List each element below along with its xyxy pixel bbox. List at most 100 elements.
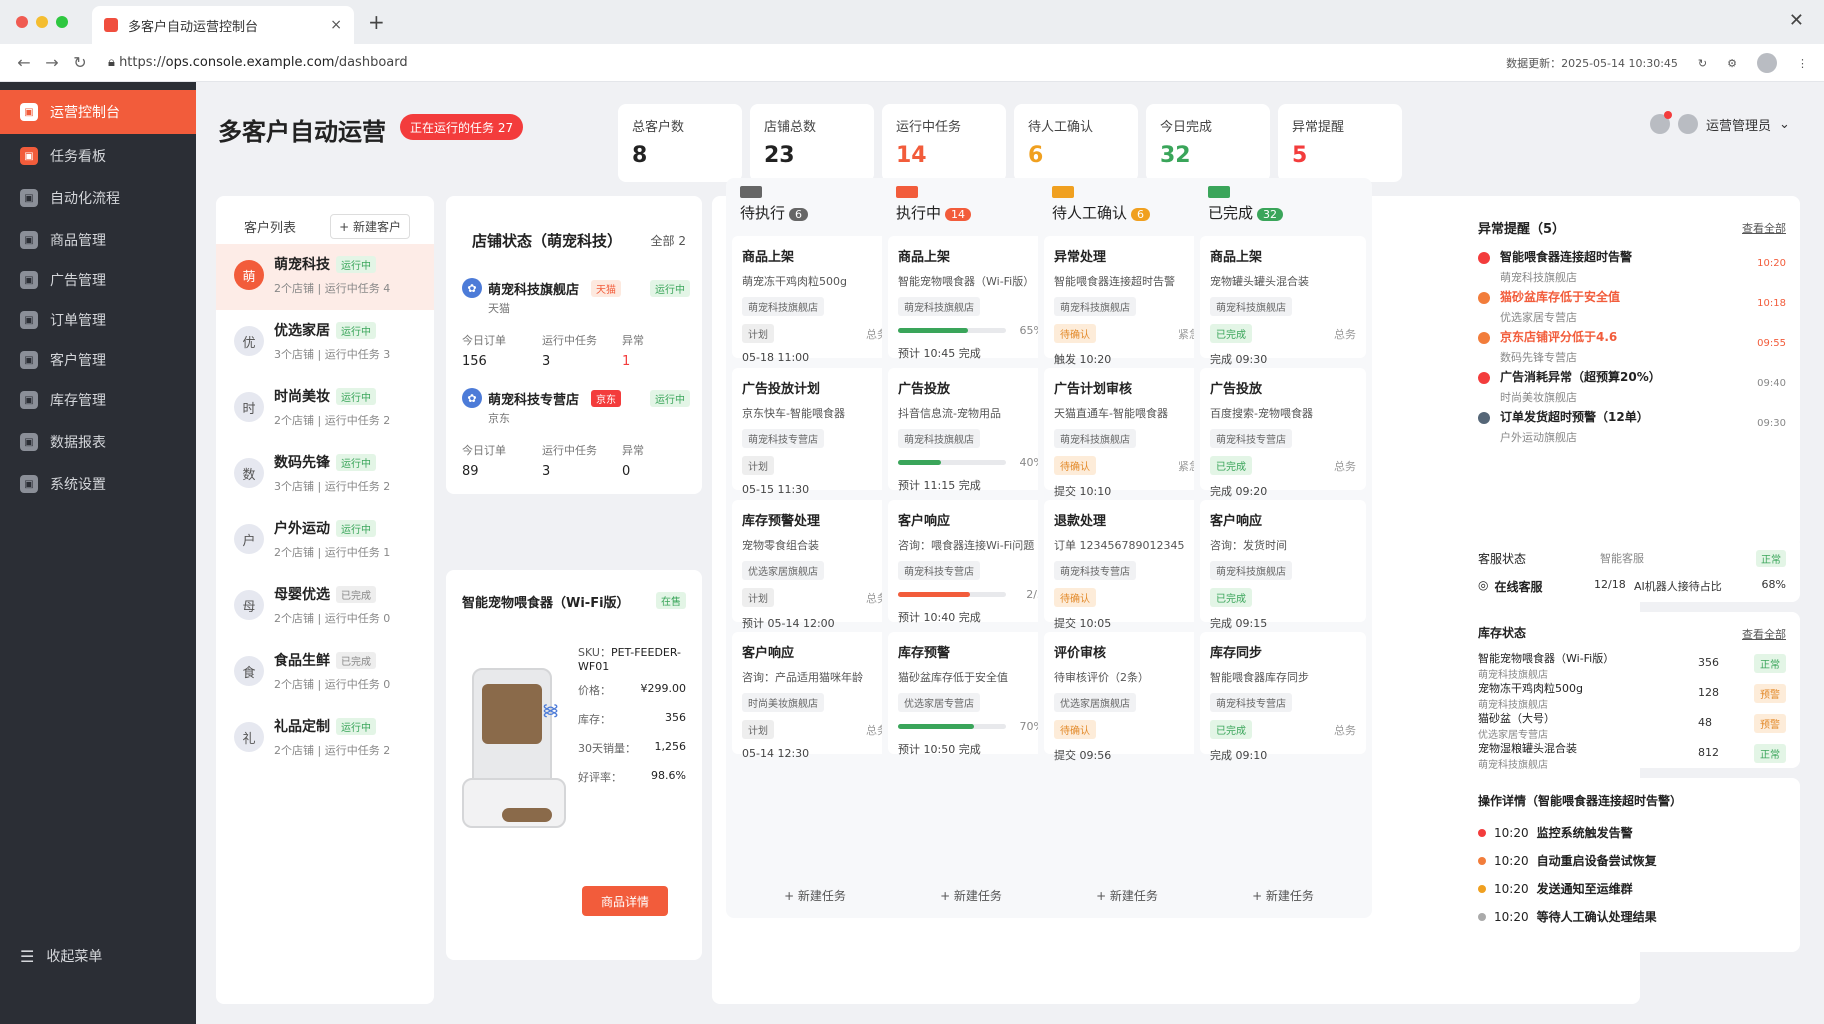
alert-item[interactable]: 智能喂食器连接超时告警 萌宠科技旗舰店 10:20 — [1478, 248, 1786, 284]
customer-name-row: 礼品定制 运行中 — [274, 716, 390, 736]
store-filter-all[interactable]: 全部 2 — [651, 232, 686, 249]
sidebar-item-0[interactable]: ▣ 运营控制台 — [0, 90, 196, 134]
notification-icon[interactable] — [1650, 111, 1672, 134]
stat-value: 23 — [764, 143, 795, 168]
task-card[interactable]: 客户响应 咨询：喂食器连接Wi-Fi问题 萌宠科技专营店 2/3 预计 10:40 完成 — [888, 500, 1054, 624]
customer-summary: 2个店铺 | 运行中任务 0 — [274, 678, 391, 691]
alert-item[interactable]: 京东店铺评分低于4.6 数码先锋专营店 09:55 — [1478, 328, 1786, 364]
customer-item[interactable]: 时时尚美妆 运行中 2个店铺 | 运行中任务 2 — [216, 376, 434, 442]
sidebar-item-1[interactable]: ▣ 任务看板 — [0, 134, 196, 178]
sidebar-item-9[interactable]: ▣ 系统设置 — [0, 462, 196, 506]
progress-bar — [898, 592, 1006, 597]
task-card[interactable]: 商品上架 智能宠物喂食器（Wi-Fi版） 萌宠科技旗舰店 65% 预计 10:45 完成 — [888, 236, 1054, 360]
sidebar-item-4[interactable]: ▣ 广告管理 — [0, 258, 196, 302]
progress-bar — [898, 460, 1006, 465]
alerts-view-all-link[interactable]: 查看全部 — [1742, 220, 1786, 236]
task-card[interactable]: 广告计划审核 天猫直通车-智能喂食器 萌宠科技旗舰店 待确认 紧急 提交 10:10 — [1044, 368, 1210, 498]
tab-close-icon[interactable]: × — [330, 17, 342, 33]
new-tab-icon[interactable]: + — [368, 10, 385, 34]
task-card[interactable]: 异常处理 智能喂食器连接超时告警 萌宠科技旗舰店 待确认 紧急 触发 10:20 — [1044, 236, 1210, 366]
refresh-icon[interactable]: ↻ — [1698, 57, 1707, 70]
minimize-window-dot[interactable] — [36, 16, 48, 28]
task-card[interactable]: 广告投放 百度搜索-宠物喂食器 萌宠科技专营店 已完成 总务 完成 09:20 — [1200, 368, 1366, 498]
sidebar-collapse[interactable]: ☰ 收起菜单 — [0, 934, 196, 978]
sidebar-item-5[interactable]: ▣ 订单管理 — [0, 298, 196, 342]
product-icon: ▣ — [20, 231, 38, 249]
customer-name: 母婴优选 — [274, 587, 330, 603]
customer-item[interactable]: 萌萌宠科技 运行中 2个店铺 | 运行中任务 4 — [216, 244, 434, 310]
task-card[interactable]: 退款处理 订单 123456789012345 萌宠科技专营店 待确认 提交 10:05 — [1044, 500, 1210, 630]
task-footer: 05-15 11:30 — [742, 483, 810, 496]
metric-label: 今日订单 — [462, 334, 506, 347]
product-attr-label: 库存： — [578, 713, 611, 726]
customer-item[interactable]: 优优选家居 运行中 3个店铺 | 运行中任务 3 — [216, 310, 434, 376]
settings-icon[interactable]: ⚙ — [1727, 57, 1737, 70]
close-icon[interactable]: ✕ — [1789, 10, 1804, 31]
sidebar-item-2[interactable]: ▣ 自动化流程 — [0, 176, 196, 220]
task-card[interactable]: 广告投放计划 京东快车-智能喂食器 萌宠科技专营店 计划 05-15 11:30 — [732, 368, 898, 496]
product-detail-button[interactable]: 商品详情 — [582, 886, 668, 916]
close-window-dot[interactable] — [16, 16, 28, 28]
customer-item[interactable]: 数数码先锋 运行中 3个店铺 | 运行中任务 2 — [216, 442, 434, 508]
task-store: 优选家居专营店 — [898, 693, 980, 712]
browser-tab[interactable]: 多客户自动运营控制台 × — [92, 6, 354, 44]
add-task-button[interactable]: + 新建任务 — [1194, 887, 1372, 904]
task-desc: 咨询：喂食器连接Wi-Fi问题 — [898, 539, 1035, 552]
service-panel: 客服状态 智能客服 正常 ◎ 在线客服 12/18 AI机器人接待占比 68% — [1464, 536, 1800, 602]
customer-item[interactable]: 母母婴优选 已完成 2个店铺 | 运行中任务 0 — [216, 574, 434, 640]
task-store: 萌宠科技旗舰店 — [1054, 429, 1136, 448]
task-card[interactable]: 商品上架 萌宠冻干鸡肉粒500g 萌宠科技旗舰店 计划 总务 05-18 11:00 — [732, 236, 898, 364]
forward-icon[interactable]: → — [38, 53, 66, 72]
store-item[interactable]: ✿ 萌宠科技专营店 京东 运行中 京东 今日订单 89 运行中任务 3 异常 0 — [462, 388, 690, 479]
inventory-name: 智能宠物喂食器（Wi-Fi版） — [1478, 652, 1615, 665]
task-card[interactable]: 评价审核 待审核评价（2条） 优选家居旗舰店 待确认 提交 09:56 — [1044, 632, 1210, 762]
task-card[interactable]: 广告投放 抖音信息流-宠物用品 萌宠科技旗舰店 40% 预计 11:15 完成 — [888, 368, 1054, 492]
stat-value: 6 — [1028, 143, 1044, 168]
alert-item[interactable]: 猫砂盆库存低于安全值 优选家居专营店 10:18 — [1478, 288, 1786, 324]
add-task-button[interactable]: + 新建任务 — [1038, 887, 1216, 904]
task-status-line: 待确认 — [1054, 588, 1200, 607]
sidebar-item-3[interactable]: ▣ 商品管理 — [0, 218, 196, 262]
task-title: 退款处理 — [1054, 514, 1107, 529]
user-menu[interactable]: 运营管理员 ⌄ — [1650, 111, 1790, 134]
customer-avatar: 数 — [234, 458, 264, 488]
customer-item[interactable]: 户户外运动 运行中 2个店铺 | 运行中任务 1 — [216, 508, 434, 574]
sidebar-item-8[interactable]: ▣ 数据报表 — [0, 420, 196, 464]
customer-name-row: 萌宠科技 运行中 — [274, 254, 390, 274]
add-task-button[interactable]: + 新建任务 — [726, 887, 904, 904]
store-item[interactable]: ✿ 萌宠科技旗舰店 天猫 运行中 天猫 今日订单 156 运行中任务 3 异常 1 — [462, 278, 690, 369]
maximize-window-dot[interactable] — [56, 16, 68, 28]
stat-card: 店铺总数 23 — [750, 104, 874, 182]
reload-icon[interactable]: ↻ — [66, 53, 94, 72]
alert-source: 萌宠科技旗舰店 — [1500, 271, 1577, 284]
more-icon[interactable]: ⋮ — [1797, 57, 1808, 70]
sidebar-item-7[interactable]: ▣ 库存管理 — [0, 378, 196, 422]
task-card[interactable]: 客户响应 咨询：产品适用猫咪年龄 时尚美妆旗舰店 计划 总务 05-14 12:30 — [732, 632, 898, 760]
add-task-button[interactable]: + 新建任务 — [882, 887, 1060, 904]
ops-text: 自动重启设备尝试恢复 — [1536, 854, 1657, 868]
task-title: 商品上架 — [742, 250, 795, 265]
running-tasks-badge[interactable]: 正在运行的任务 27 — [400, 114, 524, 140]
customer-item[interactable]: 礼礼品定制 运行中 2个店铺 | 运行中任务 2 — [216, 706, 434, 772]
inventory-view-all-link[interactable]: 查看全部 — [1742, 626, 1786, 642]
new-customer-button[interactable]: + 新建客户 — [330, 214, 410, 239]
customer-name-row: 母婴优选 已完成 — [274, 584, 390, 604]
task-card[interactable]: 商品上架 宠物罐头罐头混合装 萌宠科技旗舰店 已完成 总务 完成 09:30 — [1200, 236, 1366, 366]
customer-item[interactable]: 食食品生鲜 已完成 2个店铺 | 运行中任务 0 — [216, 640, 434, 706]
task-card[interactable]: 库存预警处理 宠物零食组合装 优选家居旗舰店 计划 总务 预计 05-14 12:00 — [732, 500, 898, 630]
alert-item[interactable]: 订单发货超时预警（12单） 户外运动旗舰店 09:30 — [1478, 408, 1786, 444]
sidebar-item-6[interactable]: ▣ 客户管理 — [0, 338, 196, 382]
url-field[interactable]: 🔒︎ https://ops.console.example.com/dashb… — [108, 55, 408, 70]
alert-item[interactable]: 广告消耗异常（超预算20%） 时尚美妆旗舰店 09:40 — [1478, 368, 1786, 404]
task-footer: 提交 10:10 — [1054, 485, 1112, 498]
back-icon[interactable]: ← — [10, 53, 38, 72]
flow-icon: ▣ — [20, 189, 38, 207]
task-footer: 预计 05-14 12:00 — [742, 617, 835, 630]
store-name: 萌宠科技旗舰店 — [488, 282, 580, 298]
profile-avatar[interactable] — [1757, 53, 1777, 73]
task-card[interactable]: 库存同步 智能喂食器库存同步 萌宠科技专营店 已完成 总务 完成 09:10 — [1200, 632, 1366, 762]
sidebar-item-label: 系统设置 — [50, 477, 106, 493]
task-status-pill: 待确认 — [1054, 456, 1096, 475]
task-card[interactable]: 客户响应 咨询：发货时间 萌宠科技旗舰店 已完成 完成 09:15 — [1200, 500, 1366, 630]
task-card[interactable]: 库存预警 猫砂盆库存低于安全值 优选家居专营店 70% 预计 10:50 完成 — [888, 632, 1054, 756]
